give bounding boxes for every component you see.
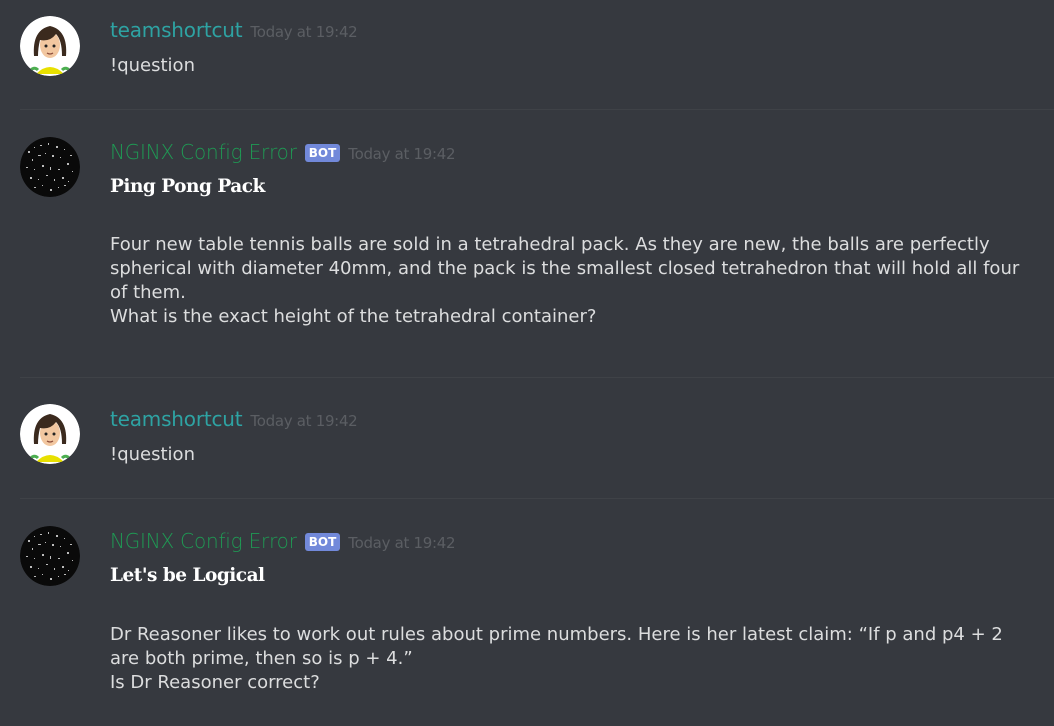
message-header: NGINX Config Error BOT Today at 19:42	[110, 529, 456, 555]
timestamp[interactable]: Today at 19:42	[250, 23, 357, 41]
message-divider	[20, 109, 1054, 110]
message-header: teamshortcut Today at 19:42	[110, 18, 358, 44]
timestamp[interactable]: Today at 19:42	[348, 534, 455, 552]
embed-title: Let's be Logical	[110, 565, 265, 586]
message-header: NGINX Config Error BOT Today at 19:42	[110, 140, 456, 166]
message-header: teamshortcut Today at 19:42	[110, 407, 358, 433]
message-line: Is Dr Reasoner correct?	[110, 672, 320, 693]
message-content: Dr Reasoner likes to work out rules abou…	[110, 623, 1050, 695]
anime-avatar-icon[interactable]	[20, 404, 80, 464]
message-line: spherical with diameter 40mm, and the pa…	[110, 258, 1020, 279]
username[interactable]: NGINX Config Error	[110, 140, 297, 164]
anime-avatar-icon[interactable]	[20, 16, 80, 76]
message-content: !question	[110, 444, 195, 465]
message-line: Dr Reasoner likes to work out rules abou…	[110, 624, 1003, 645]
bot-badge: BOT	[304, 533, 341, 551]
message-line: of them.	[110, 282, 186, 303]
message-line: Four new table tennis balls are sold in …	[110, 234, 990, 255]
message-content: Four new table tennis balls are sold in …	[110, 233, 1050, 329]
username[interactable]: NGINX Config Error	[110, 529, 297, 553]
message-divider	[20, 498, 1054, 499]
embed-title: Ping Pong Pack	[110, 176, 265, 197]
bot-badge: BOT	[304, 144, 341, 162]
starry-noise-avatar-icon[interactable]	[20, 137, 80, 197]
timestamp[interactable]: Today at 19:42	[250, 412, 357, 430]
chat-log: teamshortcut Today at 19:42 !question NG…	[0, 0, 1054, 726]
message-divider	[20, 377, 1054, 378]
username[interactable]: teamshortcut	[110, 407, 243, 431]
username[interactable]: teamshortcut	[110, 18, 243, 42]
message-line: are both prime, then so is p + 4.”	[110, 648, 413, 669]
timestamp[interactable]: Today at 19:42	[348, 145, 455, 163]
message-line: What is the exact height of the tetrahed…	[110, 306, 597, 327]
message-content: !question	[110, 55, 195, 76]
starry-noise-avatar-icon[interactable]	[20, 526, 80, 586]
